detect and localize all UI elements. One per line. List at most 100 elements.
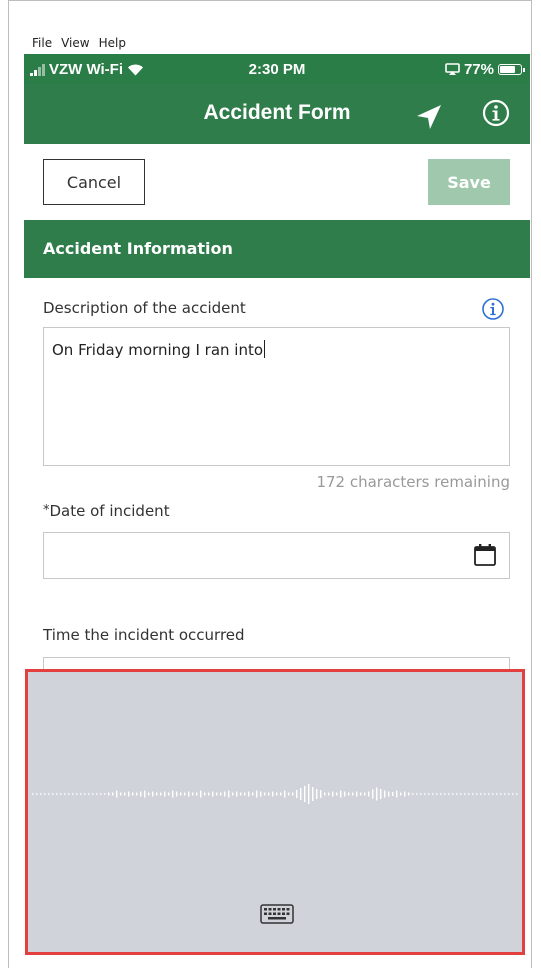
waveform-bar: [308, 784, 310, 804]
waveform-bar: [416, 793, 418, 795]
waveform-bar: [464, 793, 466, 795]
waveform-bar: [72, 793, 74, 795]
characters-remaining: 172 characters remaining: [316, 473, 510, 491]
keyboard-icon[interactable]: [260, 904, 294, 924]
waveform-bar: [328, 792, 330, 796]
waveform-bar: [272, 791, 274, 797]
waveform-bar: [412, 793, 414, 795]
waveform-bar: [164, 791, 166, 797]
waveform-bar: [508, 793, 510, 795]
screen-mirroring-icon: [445, 63, 460, 75]
waveform-bar: [144, 790, 146, 798]
menu-file[interactable]: File: [32, 36, 52, 50]
waveform-bar: [84, 793, 86, 795]
menu-view[interactable]: View: [61, 36, 89, 50]
waveform-bar: [264, 792, 266, 796]
waveform-bar: [348, 792, 350, 796]
waveform-bar: [168, 792, 170, 796]
info-circle-icon[interactable]: [481, 98, 511, 128]
save-button[interactable]: Save: [428, 159, 510, 205]
waveform-bar: [368, 791, 370, 797]
waveform-bar: [116, 790, 118, 798]
waveform-bar: [476, 793, 478, 795]
calendar-icon[interactable]: [473, 543, 497, 567]
waveform-bar: [132, 792, 134, 796]
waveform-bar: [364, 792, 366, 796]
waveform-bar: [484, 793, 486, 795]
dictation-waveform: [32, 784, 518, 804]
waveform-bar: [156, 792, 158, 796]
waveform-bar: [424, 793, 426, 795]
waveform-bar: [300, 788, 302, 800]
waveform-bar: [468, 793, 470, 795]
waveform-bar: [428, 793, 430, 795]
waveform-bar: [36, 793, 38, 795]
waveform-bar: [372, 789, 374, 799]
waveform-bar: [172, 790, 174, 798]
battery-icon: [498, 64, 525, 75]
waveform-bar: [296, 790, 298, 798]
waveform-bar: [376, 787, 378, 801]
waveform-bar: [492, 793, 494, 795]
waveform-bar: [360, 792, 362, 796]
waveform-bar: [228, 790, 230, 798]
waveform-bar: [204, 792, 206, 796]
waveform-bar: [460, 793, 462, 795]
waveform-bar: [408, 792, 410, 796]
waveform-bar: [352, 792, 354, 796]
waveform-bar: [60, 793, 62, 795]
waveform-bar: [280, 792, 282, 796]
waveform-bar: [292, 792, 294, 796]
waveform-bar: [104, 793, 106, 795]
waveform-bar: [344, 791, 346, 797]
description-info-icon[interactable]: [481, 297, 505, 321]
waveform-bar: [48, 793, 50, 795]
waveform-bar: [196, 792, 198, 796]
date-label-text: Date of incident: [49, 502, 170, 520]
menu-bar: File View Help: [32, 36, 126, 50]
waveform-bar: [76, 793, 78, 795]
waveform-bar: [276, 792, 278, 796]
page-title: Accident Form: [203, 101, 351, 124]
status-bar: VZW Wi-Fi 2:30 PM 77%: [24, 54, 530, 84]
waveform-bar: [240, 792, 242, 796]
waveform-bar: [112, 792, 114, 796]
waveform-bar: [52, 793, 54, 795]
waveform-bar: [488, 793, 490, 795]
waveform-bar: [516, 793, 518, 795]
waveform-bar: [496, 793, 498, 795]
waveform-bar: [400, 792, 402, 796]
waveform-bar: [440, 793, 442, 795]
date-field[interactable]: [43, 532, 510, 579]
cancel-button[interactable]: Cancel: [43, 159, 145, 205]
waveform-bar: [436, 793, 438, 795]
waveform-bar: [160, 792, 162, 796]
section-title: Accident Information: [43, 239, 233, 258]
waveform-bar: [312, 787, 314, 801]
waveform-bar: [504, 793, 506, 795]
waveform-bar: [448, 793, 450, 795]
section-header: Accident Information: [24, 220, 530, 278]
waveform-bar: [284, 790, 286, 798]
waveform-bar: [200, 790, 202, 798]
description-label: Description of the accident: [43, 299, 246, 317]
dictation-panel: [25, 669, 525, 955]
waveform-bar: [40, 793, 42, 795]
waveform-bar: [380, 789, 382, 799]
menu-help[interactable]: Help: [99, 36, 126, 50]
waveform-bar: [96, 793, 98, 795]
waveform-bar: [124, 792, 126, 796]
waveform-bar: [232, 792, 234, 796]
waveform-bar: [336, 792, 338, 796]
description-textarea[interactable]: On Friday morning I ran into: [43, 327, 510, 466]
waveform-bar: [260, 791, 262, 797]
time-label: Time the incident occurred: [43, 626, 245, 644]
waveform-bar: [384, 790, 386, 798]
waveform-bar: [236, 791, 238, 797]
waveform-bar: [152, 791, 154, 797]
waveform-bar: [332, 791, 334, 797]
waveform-bar: [320, 790, 322, 798]
waveform-bar: [136, 792, 138, 796]
location-arrow-icon[interactable]: [414, 102, 444, 132]
status-right: 77%: [445, 61, 525, 78]
